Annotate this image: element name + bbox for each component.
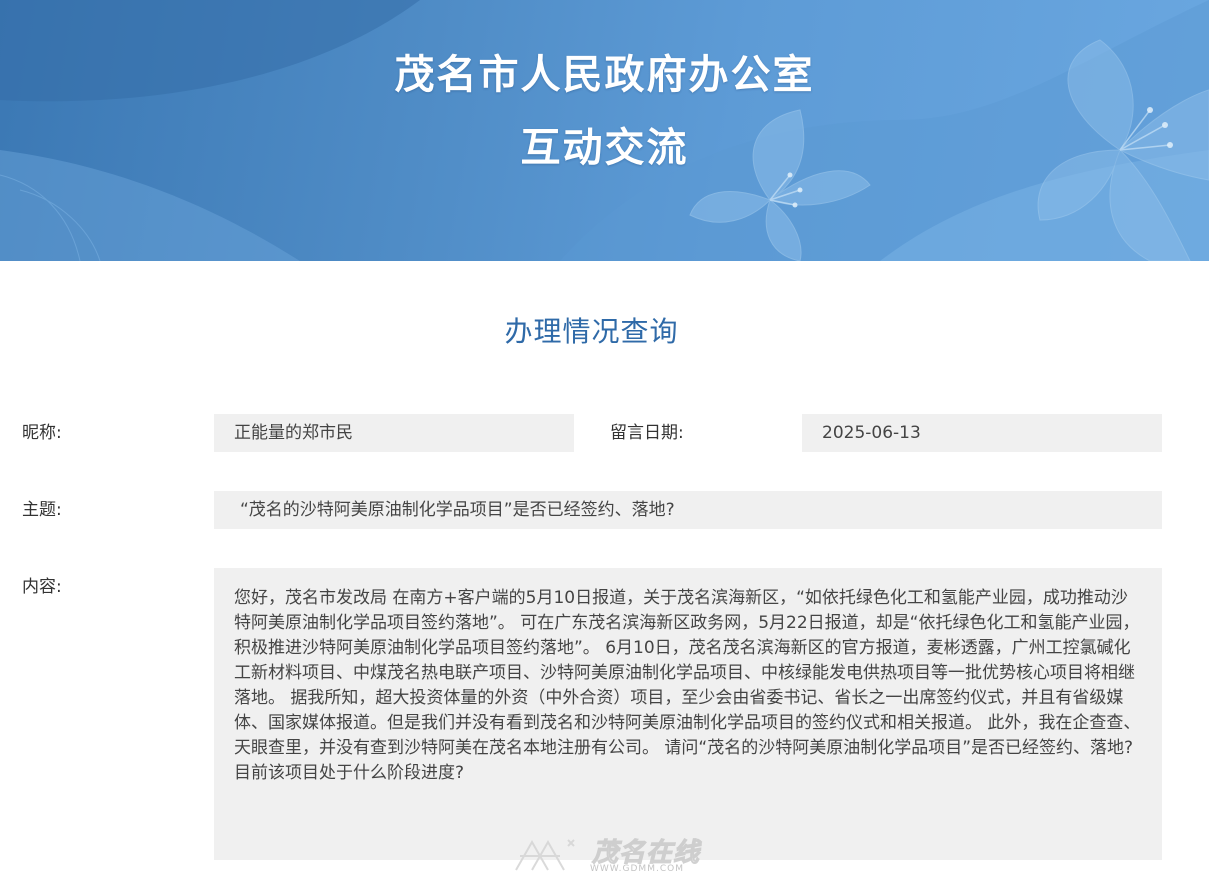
page-title: 办理情况查询 bbox=[504, 315, 679, 348]
subject-label: 主题: bbox=[22, 500, 62, 520]
watermark: 茂名在线 WWW.GDMM.COM bbox=[508, 830, 718, 878]
banner-subtitle: 互动交流 bbox=[520, 125, 689, 171]
content-field: 您好，茂名市发改局 在南方+客户端的5月10日报道，关于茂名滨海新区，“如依托绿… bbox=[214, 568, 1162, 860]
nickname-label: 昵称: bbox=[22, 423, 62, 443]
header-banner: 茂名市人民政府办公室 互动交流 bbox=[0, 0, 1209, 261]
banner-title: 茂名市人民政府办公室 bbox=[394, 52, 815, 98]
watermark-url: WWW.GDMM.COM bbox=[590, 864, 684, 874]
nickname-field: 正能量的郑市民 bbox=[214, 414, 574, 452]
date-label: 留言日期: bbox=[610, 423, 684, 443]
watermark-logo-icon bbox=[515, 839, 575, 871]
date-field: 2025-06-13 bbox=[802, 414, 1162, 452]
subject-field: “茂名的沙特阿美原油制化学品项目”是否已经签约、落地? bbox=[214, 491, 1162, 529]
content-label: 内容: bbox=[22, 577, 62, 597]
